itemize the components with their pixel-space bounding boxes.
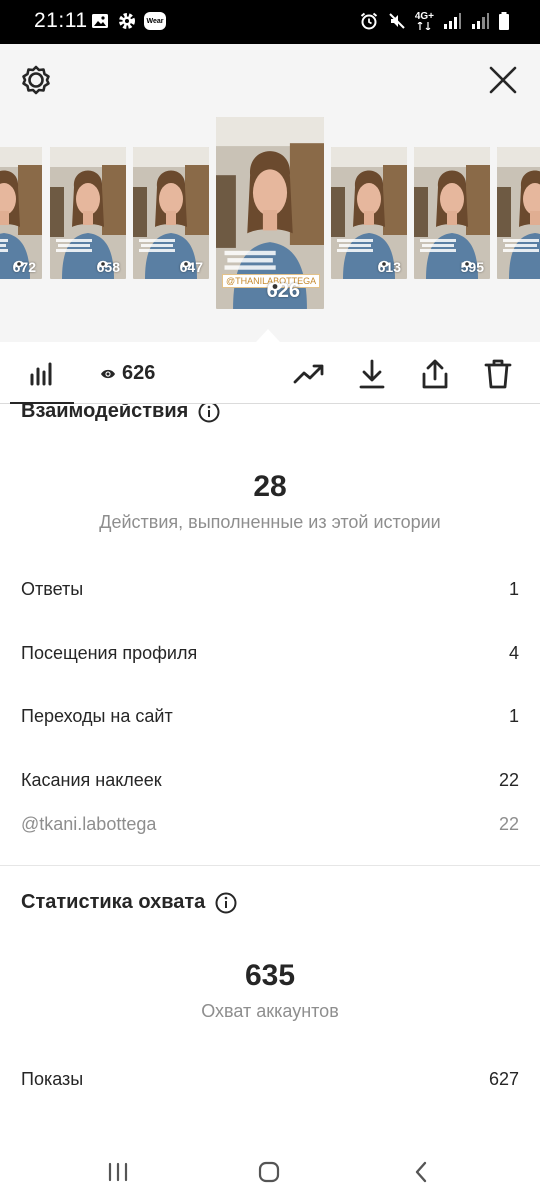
section-divider — [0, 865, 540, 866]
story-thumbnail[interactable]: 5 — [497, 147, 540, 279]
story-preview-area: 672 658 647 @THANILABOTTEGA626 613 595 5 — [0, 44, 540, 342]
eye-icon — [180, 260, 191, 268]
alarm-icon — [360, 12, 377, 30]
story-thumbnail[interactable]: 613 — [331, 147, 407, 279]
eye-icon — [97, 260, 108, 268]
story-view-count: 626 — [267, 280, 300, 303]
battery-icon — [499, 12, 509, 30]
reach-title-text: Статистика охвата — [21, 891, 206, 913]
eye-icon — [461, 260, 472, 268]
stat-row-replies: Ответы 1 — [21, 579, 519, 600]
promote-button[interactable] — [291, 356, 327, 392]
stat-row-impressions: Показы 627 — [21, 1069, 519, 1090]
story-thumbnail[interactable]: 647 — [133, 147, 209, 279]
stat-value: 1 — [508, 579, 519, 599]
system-nav-bar — [0, 1144, 540, 1200]
trending-icon — [293, 364, 324, 384]
back-button[interactable] — [401, 1156, 441, 1188]
eye-icon — [267, 282, 282, 291]
network-label: 4G+ — [414, 11, 434, 22]
eye-icon — [13, 260, 24, 268]
back-icon — [415, 1161, 427, 1183]
download-button[interactable] — [354, 356, 390, 392]
signal-icon — [472, 13, 489, 29]
stat-row-sticker-taps: Касания наклеек 22 — [21, 770, 519, 791]
settings-icon — [119, 13, 135, 29]
image-icon — [92, 14, 108, 28]
trash-icon — [484, 359, 512, 389]
views-count: 626 — [122, 362, 156, 384]
story-toolbar: 626 — [0, 342, 540, 404]
reach-caption: Охват аккаунтов — [201, 1001, 339, 1021]
interactions-title-text: Взаимодействия — [21, 404, 189, 422]
stat-label: Посещения профиля — [21, 643, 198, 663]
wear-icon: Wear — [144, 12, 166, 30]
network-indicator: 4G+ — [415, 12, 434, 30]
info-icon[interactable] — [215, 892, 237, 914]
story-view-count: 658 — [97, 259, 120, 275]
story-view-count: 595 — [461, 259, 484, 275]
story-view-count: 613 — [378, 259, 401, 275]
section-reach-title: Статистика охвата — [21, 891, 237, 914]
status-bar: 21:11 Wear 4G+ — [0, 0, 540, 44]
active-story-pointer — [256, 329, 280, 342]
close-button[interactable] — [483, 60, 523, 100]
mute-icon — [389, 13, 405, 29]
status-time: 21:11 — [34, 9, 88, 32]
stat-value: 4 — [508, 643, 519, 663]
download-icon — [359, 359, 385, 389]
stat-label: Переходы на сайт — [21, 706, 173, 726]
delete-button[interactable] — [480, 356, 516, 392]
insights-content[interactable]: Взаимодействия 28 Действия, выполненные … — [0, 404, 540, 1144]
share-icon — [422, 359, 448, 389]
stat-value: 1 — [508, 706, 519, 726]
interactions-total: 28 — [253, 470, 287, 503]
story-view-count: 672 — [13, 259, 36, 275]
wear-label: Wear — [146, 17, 164, 25]
bar-chart-icon — [30, 362, 52, 386]
stat-label: Показы — [21, 1069, 84, 1089]
stat-value: 22 — [498, 814, 519, 834]
home-icon — [258, 1161, 280, 1183]
info-icon[interactable] — [198, 404, 220, 423]
settings-button[interactable] — [16, 60, 56, 100]
eye-icon — [101, 369, 115, 378]
story-thumbnail[interactable]: 658 — [50, 147, 126, 279]
stat-value: 627 — [488, 1069, 519, 1089]
reach-total: 635 — [244, 959, 296, 992]
eye-icon — [378, 260, 389, 268]
share-button[interactable] — [417, 356, 453, 392]
stat-row-sticker-account[interactable]: @tkani.labottega 22 — [21, 814, 519, 835]
stat-row-profile-visits: Посещения профиля 4 — [21, 643, 519, 664]
gear-icon — [22, 65, 50, 95]
sticker-account-link[interactable]: @tkani.labottega — [21, 814, 156, 835]
section-interactions-title: Взаимодействия — [21, 404, 220, 423]
data-arrows-icon — [417, 22, 431, 30]
story-thumbnail[interactable]: 672 — [0, 147, 42, 279]
stat-value: 22 — [498, 770, 519, 790]
story-thumbnail-active[interactable]: @THANILABOTTEGA 626 — [216, 117, 324, 309]
story-thumbnail[interactable]: 595 — [414, 147, 490, 279]
story-image — [497, 147, 540, 279]
recent-apps-button[interactable] — [98, 1156, 138, 1188]
stat-row-website-taps: Переходы на сайт 1 — [21, 706, 519, 727]
stat-label: Ответы — [21, 579, 84, 599]
close-icon — [489, 66, 517, 94]
interactions-caption: Действия, выполненные из этой истории — [99, 512, 441, 532]
recent-apps-icon — [108, 1162, 128, 1182]
stat-label: Касания наклеек — [21, 770, 162, 790]
tab-stats[interactable] — [10, 352, 74, 404]
story-view-count: 647 — [180, 259, 203, 275]
home-button[interactable] — [249, 1156, 289, 1188]
signal-icon — [444, 13, 461, 29]
story-carousel[interactable]: 672 658 647 @THANILABOTTEGA626 613 595 5 — [0, 44, 540, 342]
tab-viewers[interactable]: 626 — [100, 362, 155, 385]
